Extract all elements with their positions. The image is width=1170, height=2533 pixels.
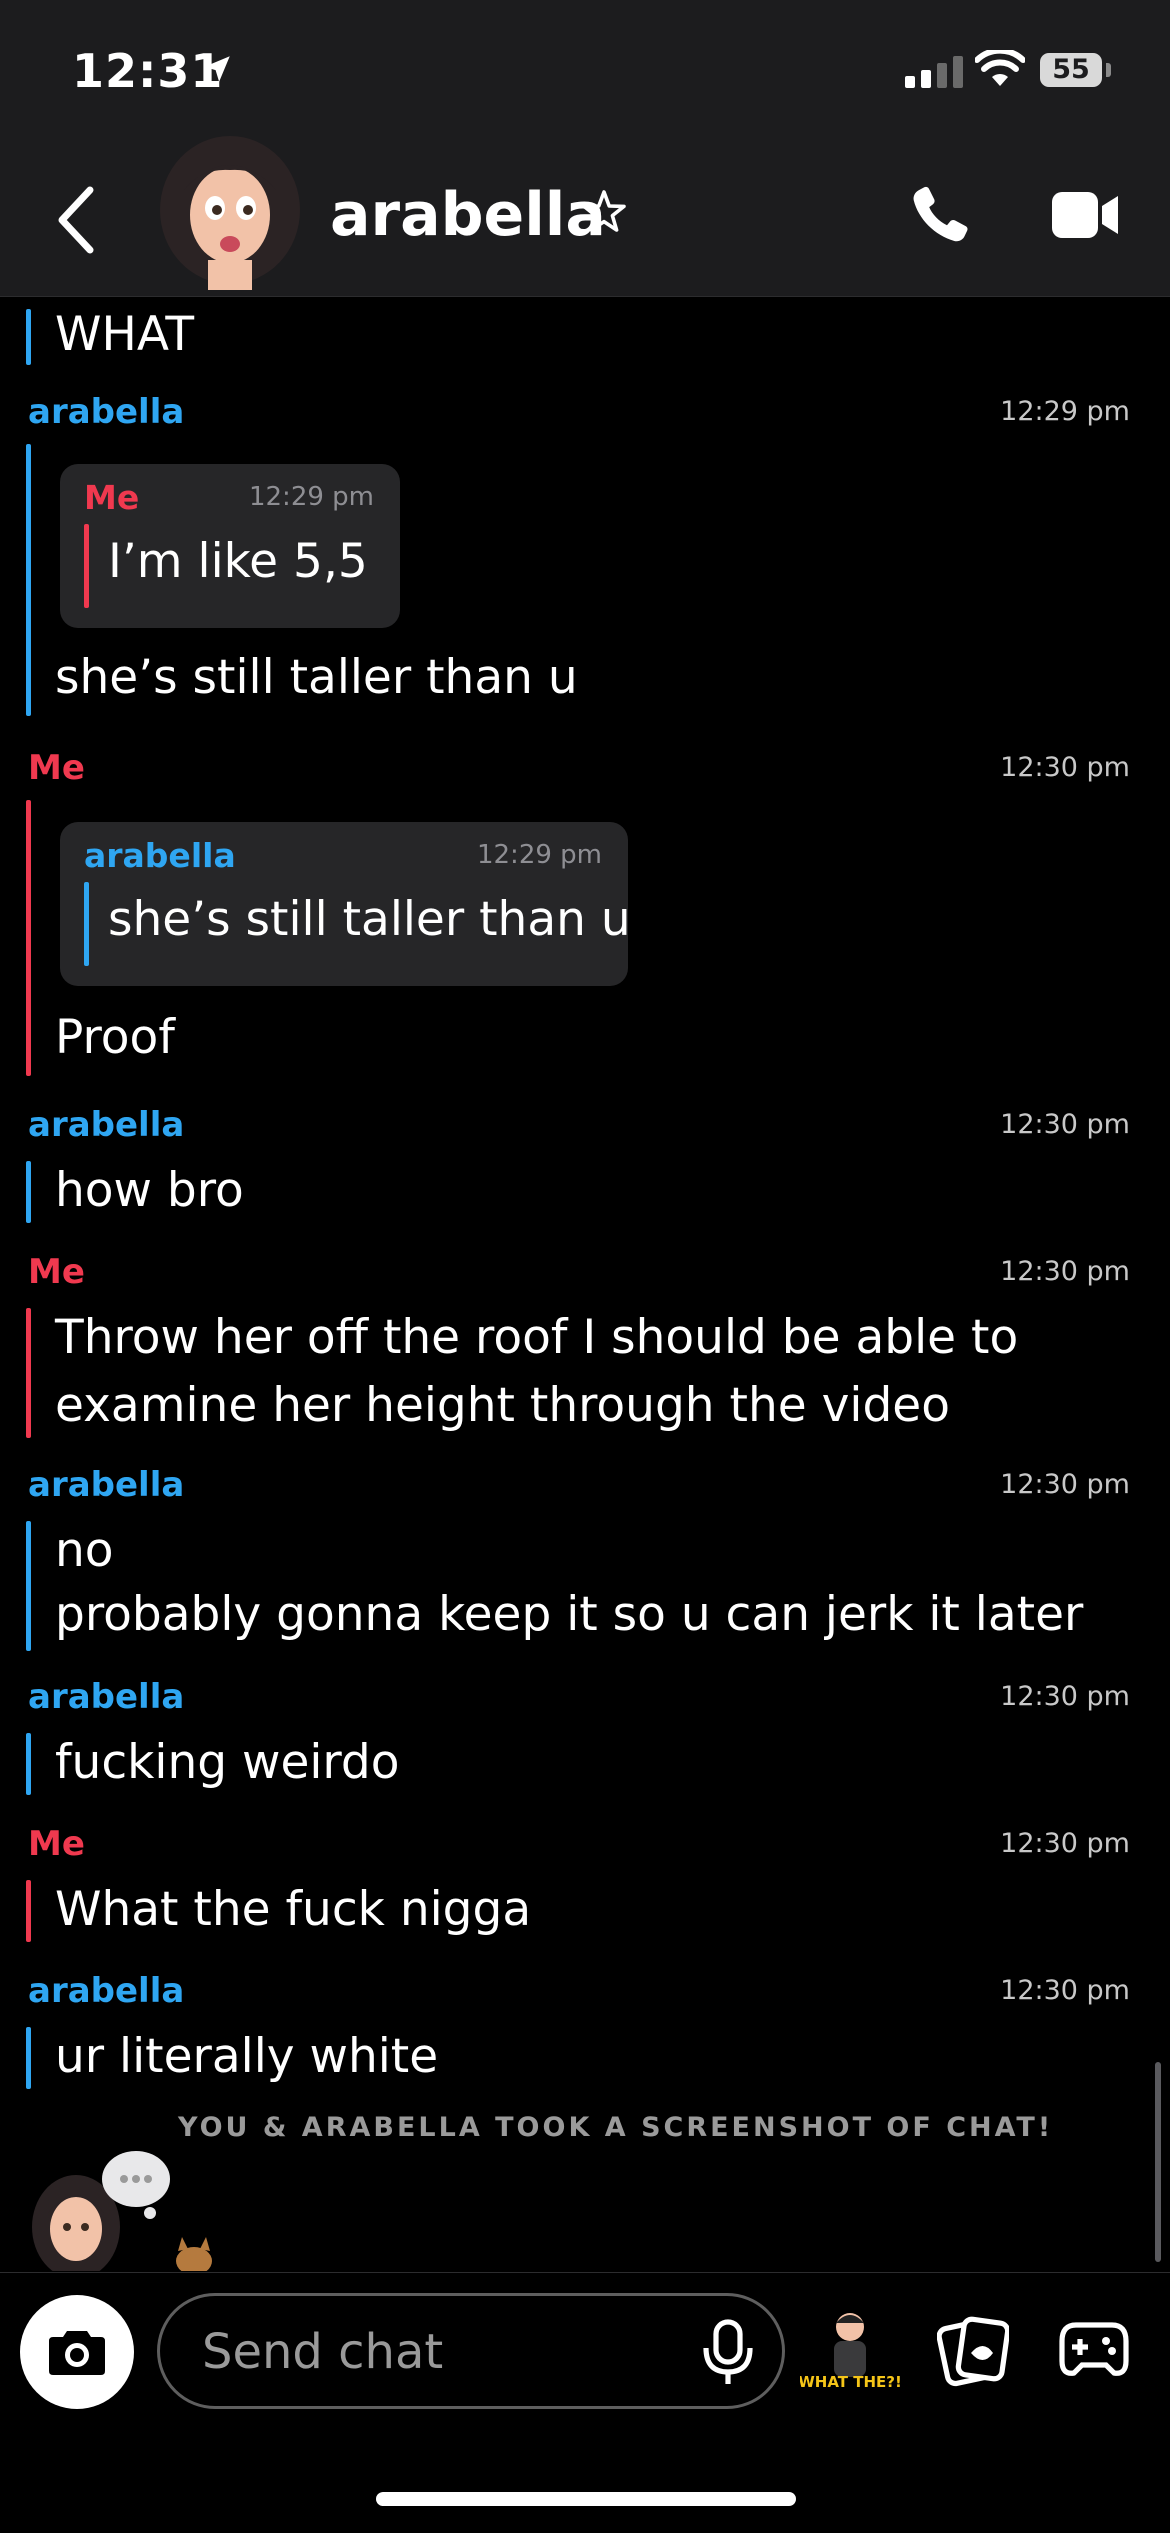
message-text[interactable]: Throw her off the roof I should be able … <box>55 1304 1018 1372</box>
message-time: 12:29 pm <box>1000 396 1130 427</box>
message-sender: arabella <box>28 392 185 432</box>
camera-icon <box>49 2331 105 2375</box>
status-bar: 12:31 55 <box>0 0 1170 150</box>
message-text[interactable]: probably gonna keep it so u can jerk it … <box>55 1581 1083 1649</box>
quoted-sender: arabella <box>84 836 236 875</box>
home-indicator[interactable] <box>376 2492 796 2506</box>
message-sender: arabella <box>28 1971 185 2011</box>
message-bar <box>26 2027 31 2089</box>
message-bar <box>26 1161 31 1223</box>
message-bar <box>26 1521 31 1651</box>
avatar[interactable] <box>150 130 310 290</box>
phone-icon[interactable] <box>905 180 975 250</box>
chat-input[interactable] <box>200 2320 674 2384</box>
camera-button[interactable] <box>20 2295 134 2409</box>
signal-icon <box>905 56 963 88</box>
message-bar <box>26 444 31 716</box>
battery-tip <box>1106 63 1111 77</box>
quoted-message[interactable]: arabella 12:29 pm she’s still taller tha… <box>60 822 631 986</box>
message-sender: arabella <box>28 1105 185 1145</box>
message-sender: Me <box>28 1824 85 1864</box>
message-bar <box>26 1733 31 1795</box>
contact-name[interactable]: arabella <box>330 180 606 250</box>
message-sender: Me <box>28 1252 85 1292</box>
video-camera-icon[interactable] <box>1050 188 1122 242</box>
message-text[interactable]: no <box>55 1517 114 1585</box>
quoted-message[interactable]: Me 12:29 pm I’m like 5,5 <box>60 464 400 628</box>
typing-bitmoji-icon <box>32 2151 212 2271</box>
message-text[interactable]: she’s still taller than u <box>55 644 578 712</box>
message-time: 12:30 pm <box>1000 1469 1130 1500</box>
message-bar <box>26 1880 31 1942</box>
message-time: 12:30 pm <box>1000 1828 1130 1859</box>
message-bar <box>26 800 31 1076</box>
screenshot-notice: YOU & ARABELLA TOOK A SCREENSHOT OF CHAT… <box>178 2112 1054 2143</box>
message-text[interactable]: What the fuck nigga <box>55 1876 531 1944</box>
message-text[interactable]: Proof <box>55 1004 175 1072</box>
message-time: 12:30 pm <box>1000 1975 1130 2006</box>
quoted-text: I’m like 5,5 <box>108 534 368 589</box>
message-text[interactable]: fucking weirdo <box>55 1729 400 1797</box>
microphone-icon[interactable] <box>700 2318 756 2388</box>
quoted-bar <box>84 882 89 966</box>
star-icon <box>582 190 626 232</box>
scrollbar[interactable] <box>1155 2062 1161 2262</box>
message-text[interactable]: WHAT <box>55 301 194 369</box>
chat-header: arabella <box>0 136 1170 297</box>
bitmoji-sticker-icon[interactable]: WHAT THE?! <box>800 2303 900 2403</box>
message-time: 12:30 pm <box>1000 752 1130 783</box>
quoted-time: 12:29 pm <box>248 482 374 512</box>
games-controller-icon[interactable] <box>1058 2317 1130 2381</box>
quoted-bar <box>84 524 89 608</box>
quoted-time: 12:29 pm <box>476 840 602 870</box>
message-sender: Me <box>28 748 85 788</box>
chat-thread[interactable]: WHAT arabella 12:29 pm Me 12:29 pm I’m l… <box>0 297 1170 2271</box>
battery-icon: 55 <box>1040 53 1102 87</box>
wifi-icon <box>975 50 1025 86</box>
message-text[interactable]: examine her height through the video <box>55 1372 950 1440</box>
message-time: 12:30 pm <box>1000 1256 1130 1287</box>
message-time: 12:30 pm <box>1000 1109 1130 1140</box>
message-time: 12:30 pm <box>1000 1681 1130 1712</box>
quoted-text: she’s still taller than u <box>108 892 631 947</box>
back-chevron-icon[interactable] <box>54 184 98 256</box>
message-bar <box>26 309 31 365</box>
location-arrow-icon <box>204 56 230 82</box>
message-text[interactable]: ur literally white <box>55 2023 438 2091</box>
sticker-text: WHAT THE?! <box>800 2373 900 2391</box>
message-text[interactable]: how bro <box>55 1157 244 1225</box>
memories-icon[interactable] <box>937 2313 1009 2389</box>
message-sender: arabella <box>28 1677 185 1717</box>
send-chat-field[interactable] <box>157 2293 785 2409</box>
message-bar <box>26 1308 31 1438</box>
message-sender: arabella <box>28 1465 185 1505</box>
quoted-sender: Me <box>84 478 140 517</box>
